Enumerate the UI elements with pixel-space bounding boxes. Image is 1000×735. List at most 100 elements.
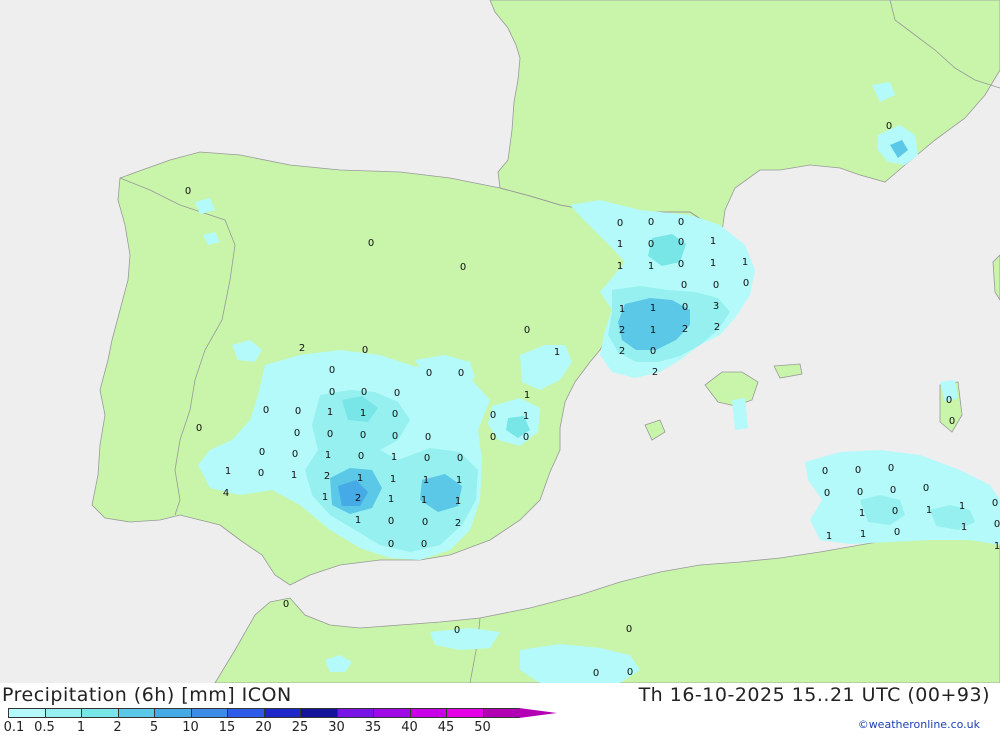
legend-swatch bbox=[81, 708, 119, 718]
precipitation-value: 0 bbox=[626, 624, 632, 635]
precipitation-value: 0 bbox=[648, 239, 654, 250]
precipitation-value: 1 bbox=[650, 303, 656, 314]
precipitation-value: 3 bbox=[713, 301, 719, 312]
precipitation-value: 0 bbox=[283, 599, 289, 610]
precipitation-value: 0 bbox=[454, 625, 460, 636]
precipitation-value: 0 bbox=[992, 498, 998, 509]
legend-swatch bbox=[482, 708, 520, 718]
precipitation-value: 1 bbox=[860, 529, 866, 540]
precipitation-value: 1 bbox=[360, 408, 366, 419]
precipitation-value: 0 bbox=[185, 186, 191, 197]
precipitation-value: 0 bbox=[368, 238, 374, 249]
precipitation-value: 1 bbox=[617, 261, 623, 272]
precipitation-value: 0 bbox=[460, 262, 466, 273]
precipitation-value: 2 bbox=[455, 518, 461, 529]
precipitation-value: 1 bbox=[225, 466, 231, 477]
legend-arrow bbox=[519, 708, 557, 718]
precipitation-value: 1 bbox=[423, 475, 429, 486]
precipitation-value: 0 bbox=[263, 405, 269, 416]
precipitation-value: 2 bbox=[652, 367, 658, 378]
precipitation-value: 1 bbox=[554, 347, 560, 358]
precipitation-value: 0 bbox=[329, 387, 335, 398]
precipitation-value: 0 bbox=[822, 466, 828, 477]
precipitation-value: 2 bbox=[619, 325, 625, 336]
precipitation-value: 0 bbox=[292, 449, 298, 460]
precipitation-value: 0 bbox=[946, 395, 952, 406]
legend-swatch bbox=[227, 708, 265, 718]
precipitation-value: 1 bbox=[325, 450, 331, 461]
precipitation-value: 0 bbox=[678, 259, 684, 270]
precipitation-value: 1 bbox=[390, 474, 396, 485]
precipitation-value: 4 bbox=[223, 488, 229, 499]
precipitation-value: 0 bbox=[713, 280, 719, 291]
precipitation-value: 0 bbox=[362, 345, 368, 356]
legend-swatch bbox=[336, 708, 374, 718]
forecast-datetime: Th 16-10-2025 15..21 UTC (00+93) bbox=[638, 684, 990, 706]
precipitation-value: 0 bbox=[949, 416, 955, 427]
precipitation-value: 0 bbox=[392, 409, 398, 420]
legend-swatch bbox=[190, 708, 228, 718]
precipitation-value: 0 bbox=[886, 121, 892, 132]
precipitation-value: 0 bbox=[524, 325, 530, 336]
precipitation-value: 0 bbox=[617, 218, 623, 229]
precipitation-value: 0 bbox=[458, 368, 464, 379]
footer-bar: Precipitation (6h) [mm] ICON Th 16-10-20… bbox=[0, 683, 1000, 735]
precipitation-value: 0 bbox=[857, 487, 863, 498]
precipitation-value: 1 bbox=[421, 495, 427, 506]
precipitation-map: 0 0 0 0 0 0 0 1 0 0 1 1 1 0 1 1 0 0 0 1 1 1 0 3 2 1 2 2 2 0 2 2 0 0 0 0 0 0 0 1… bbox=[0, 0, 1000, 684]
precipitation-value: 1 bbox=[994, 541, 1000, 552]
legend-swatch bbox=[117, 708, 155, 718]
precipitation-value: 0 bbox=[490, 432, 496, 443]
legend-swatch bbox=[409, 708, 447, 718]
precipitation-value: 0 bbox=[421, 539, 427, 550]
precipitation-value: 2 bbox=[714, 322, 720, 333]
precipitation-value: 1 bbox=[617, 239, 623, 250]
map-canvas: 0 0 0 0 0 0 0 1 0 0 1 1 1 0 1 1 0 0 0 1 1 1 0 3 2 1 2 2 2 0 2 2 0 0 0 0 0 0 0 1… bbox=[0, 0, 1000, 684]
precipitation-value: 1 bbox=[355, 515, 361, 526]
precipitation-value: 0 bbox=[890, 485, 896, 496]
precipitation-value: 0 bbox=[923, 483, 929, 494]
legend-swatch bbox=[263, 708, 301, 718]
precipitation-value: 0 bbox=[259, 447, 265, 458]
precipitation-value: 1 bbox=[455, 496, 461, 507]
precipitation-value: 0 bbox=[894, 527, 900, 538]
precipitation-value: 1 bbox=[619, 304, 625, 315]
precipitation-value: 0 bbox=[426, 368, 432, 379]
precipitation-value: 0 bbox=[422, 517, 428, 528]
precipitation-value: 1 bbox=[859, 508, 865, 519]
precipitation-value: 1 bbox=[650, 325, 656, 336]
precipitation-value: 2 bbox=[619, 346, 625, 357]
precipitation-value: 0 bbox=[258, 468, 264, 479]
precipitation-value: 2 bbox=[324, 471, 330, 482]
precipitation-value: 0 bbox=[196, 423, 202, 434]
map-title: Precipitation (6h) [mm] ICON bbox=[2, 684, 292, 706]
precipitation-value: 1 bbox=[322, 492, 328, 503]
precipitation-value: 0 bbox=[892, 506, 898, 517]
precipitation-value: 0 bbox=[329, 365, 335, 376]
precipitation-value: 0 bbox=[824, 488, 830, 499]
precipitation-value: 0 bbox=[394, 388, 400, 399]
precipitation-value: 1 bbox=[291, 470, 297, 481]
precipitation-value: 0 bbox=[743, 278, 749, 289]
precipitation-value: 0 bbox=[523, 432, 529, 443]
precipitation-value: 1 bbox=[391, 452, 397, 463]
precipitation-value: 1 bbox=[742, 257, 748, 268]
precipitation-value: 0 bbox=[888, 463, 894, 474]
precipitation-value: 0 bbox=[327, 429, 333, 440]
precipitation-value: 0 bbox=[358, 451, 364, 462]
precipitation-value: 0 bbox=[593, 668, 599, 679]
precipitation-value: 0 bbox=[388, 539, 394, 550]
legend-swatch bbox=[446, 708, 484, 718]
precipitation-value: 1 bbox=[456, 475, 462, 486]
legend-swatch bbox=[44, 708, 82, 718]
precipitation-value: 0 bbox=[650, 346, 656, 357]
legend-swatch bbox=[300, 708, 338, 718]
precipitation-value: 0 bbox=[681, 280, 687, 291]
precipitation-value: 2 bbox=[299, 343, 305, 354]
precipitation-value: 1 bbox=[710, 258, 716, 269]
credit-link[interactable]: ©weatheronline.co.uk bbox=[858, 718, 980, 731]
legend-swatch bbox=[373, 708, 411, 718]
precipitation-value: 1 bbox=[648, 261, 654, 272]
precipitation-value: 1 bbox=[926, 505, 932, 516]
precipitation-value: 0 bbox=[678, 237, 684, 248]
